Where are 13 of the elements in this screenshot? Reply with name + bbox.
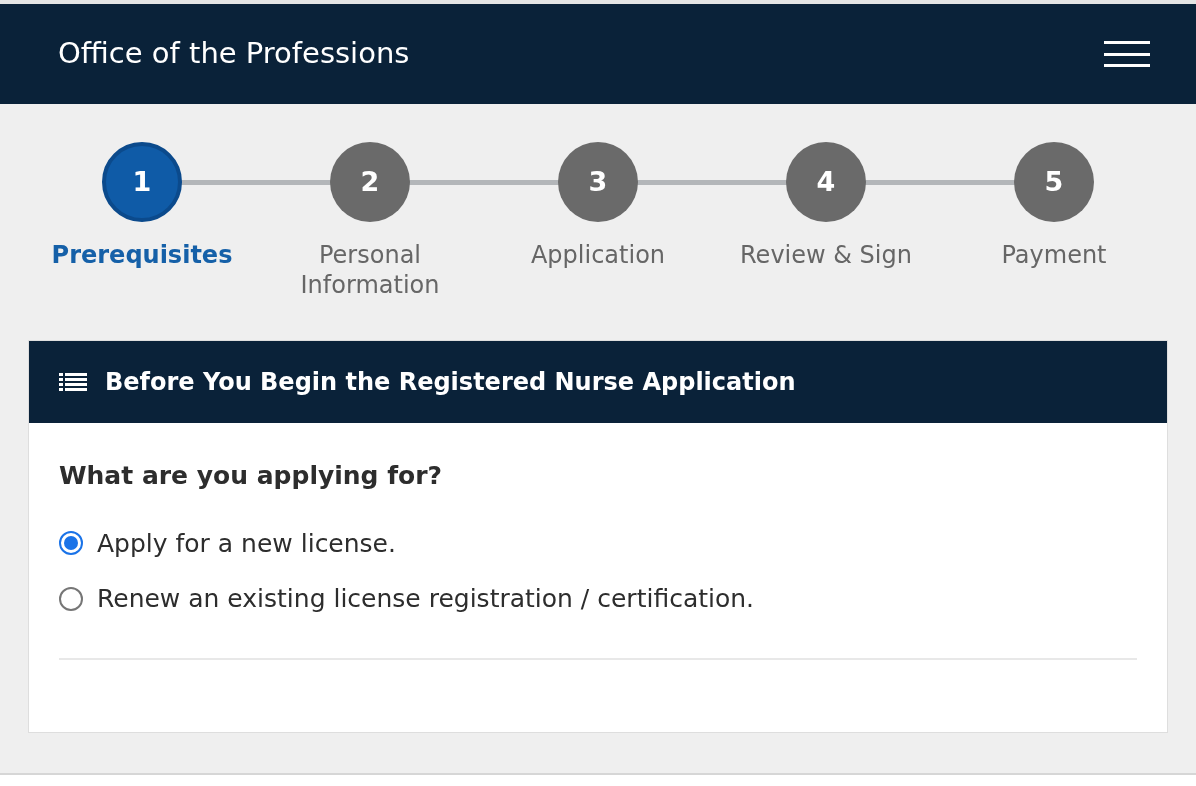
list-icon [59, 372, 87, 392]
step-label: Personal Information [299, 240, 441, 300]
step-label: Prerequisites [50, 240, 234, 270]
site-title: Office of the Professions [58, 35, 410, 73]
step-label: Payment [1000, 240, 1108, 270]
option-label: Apply for a new license. [97, 527, 396, 560]
option-label: Renew an existing license registration / certification. [97, 583, 755, 615]
radio-button[interactable] [59, 531, 83, 556]
question-text: What are you applying for? [59, 460, 444, 492]
step-label: Review & Sign [739, 240, 913, 270]
radio-button[interactable] [59, 586, 83, 611]
panel-title: Before You Begin the Registered Nurse Application [105, 367, 796, 398]
step-label: Application [529, 240, 667, 270]
